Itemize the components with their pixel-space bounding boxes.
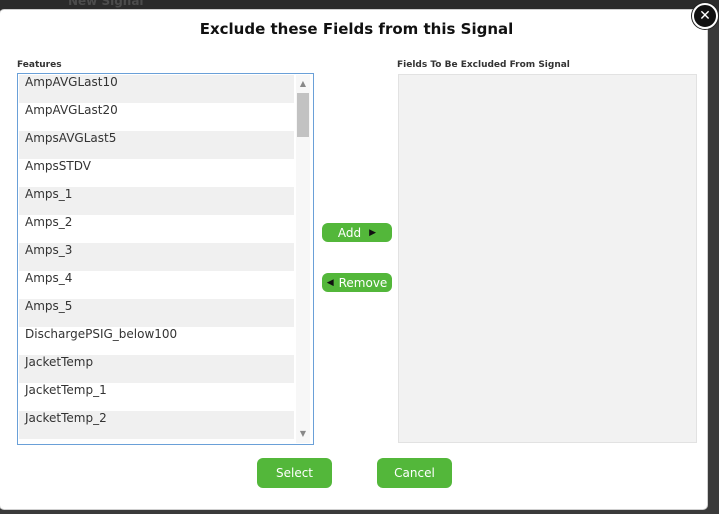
remove-button[interactable]: ◀ Remove [322, 273, 392, 292]
cancel-button[interactable]: Cancel [377, 458, 452, 488]
scroll-thumb[interactable] [297, 93, 309, 137]
arrow-left-icon: ◀ [326, 277, 334, 288]
feature-list-item[interactable]: AmpsAVGLast5 [19, 131, 294, 159]
feature-list-item[interactable]: Amps_3 [19, 243, 294, 271]
feature-list-item[interactable]: AmpAVGLast10 [19, 75, 294, 103]
add-button[interactable]: Add ▶ [322, 223, 392, 242]
excluded-fields-label: Fields To Be Excluded From Signal [397, 60, 570, 70]
add-button-label: Add [337, 225, 362, 240]
scroll-up-icon[interactable]: ▲ [296, 77, 310, 91]
feature-list-item[interactable]: Amps_1 [19, 187, 294, 215]
feature-list-item[interactable]: Amps_2 [19, 215, 294, 243]
excluded-fields-listbox[interactable] [398, 74, 697, 443]
feature-list-item[interactable]: AmpsSTDV [19, 159, 294, 187]
feature-list-item[interactable]: JacketTemp [19, 355, 294, 383]
feature-list-item[interactable]: JacketTemp_1 [19, 383, 294, 411]
features-label: Features [17, 60, 62, 70]
feature-list-item[interactable]: Amps_5 [19, 299, 294, 327]
select-button[interactable]: Select [257, 458, 332, 488]
feature-list-item[interactable]: DischargePSIG_below100 [19, 327, 294, 355]
background-title: New Signal [68, 0, 144, 8]
arrow-right-icon: ▶ [369, 227, 377, 238]
feature-list-item[interactable]: AmpAVGLast20 [19, 103, 294, 131]
features-list: AmpAVGLast10 AmpAVGLast20 AmpsAVGLast5 Amps… [19, 75, 294, 439]
exclude-fields-dialog: Exclude these Fields from this Signal Fe… [0, 10, 707, 509]
features-scrollbar[interactable]: ▲ ▼ [296, 75, 310, 443]
remove-button-label: Remove [338, 275, 388, 290]
scroll-down-icon[interactable]: ▼ [296, 427, 310, 441]
feature-list-item[interactable]: JacketTemp_2 [19, 411, 294, 439]
feature-list-item[interactable]: Amps_4 [19, 271, 294, 299]
close-icon[interactable]: ✕ [692, 3, 718, 29]
features-listbox[interactable]: AmpAVGLast10 AmpAVGLast20 AmpsAVGLast5 Amps… [17, 73, 314, 445]
dialog-title: Exclude these Fields from this Signal [199, 20, 514, 38]
